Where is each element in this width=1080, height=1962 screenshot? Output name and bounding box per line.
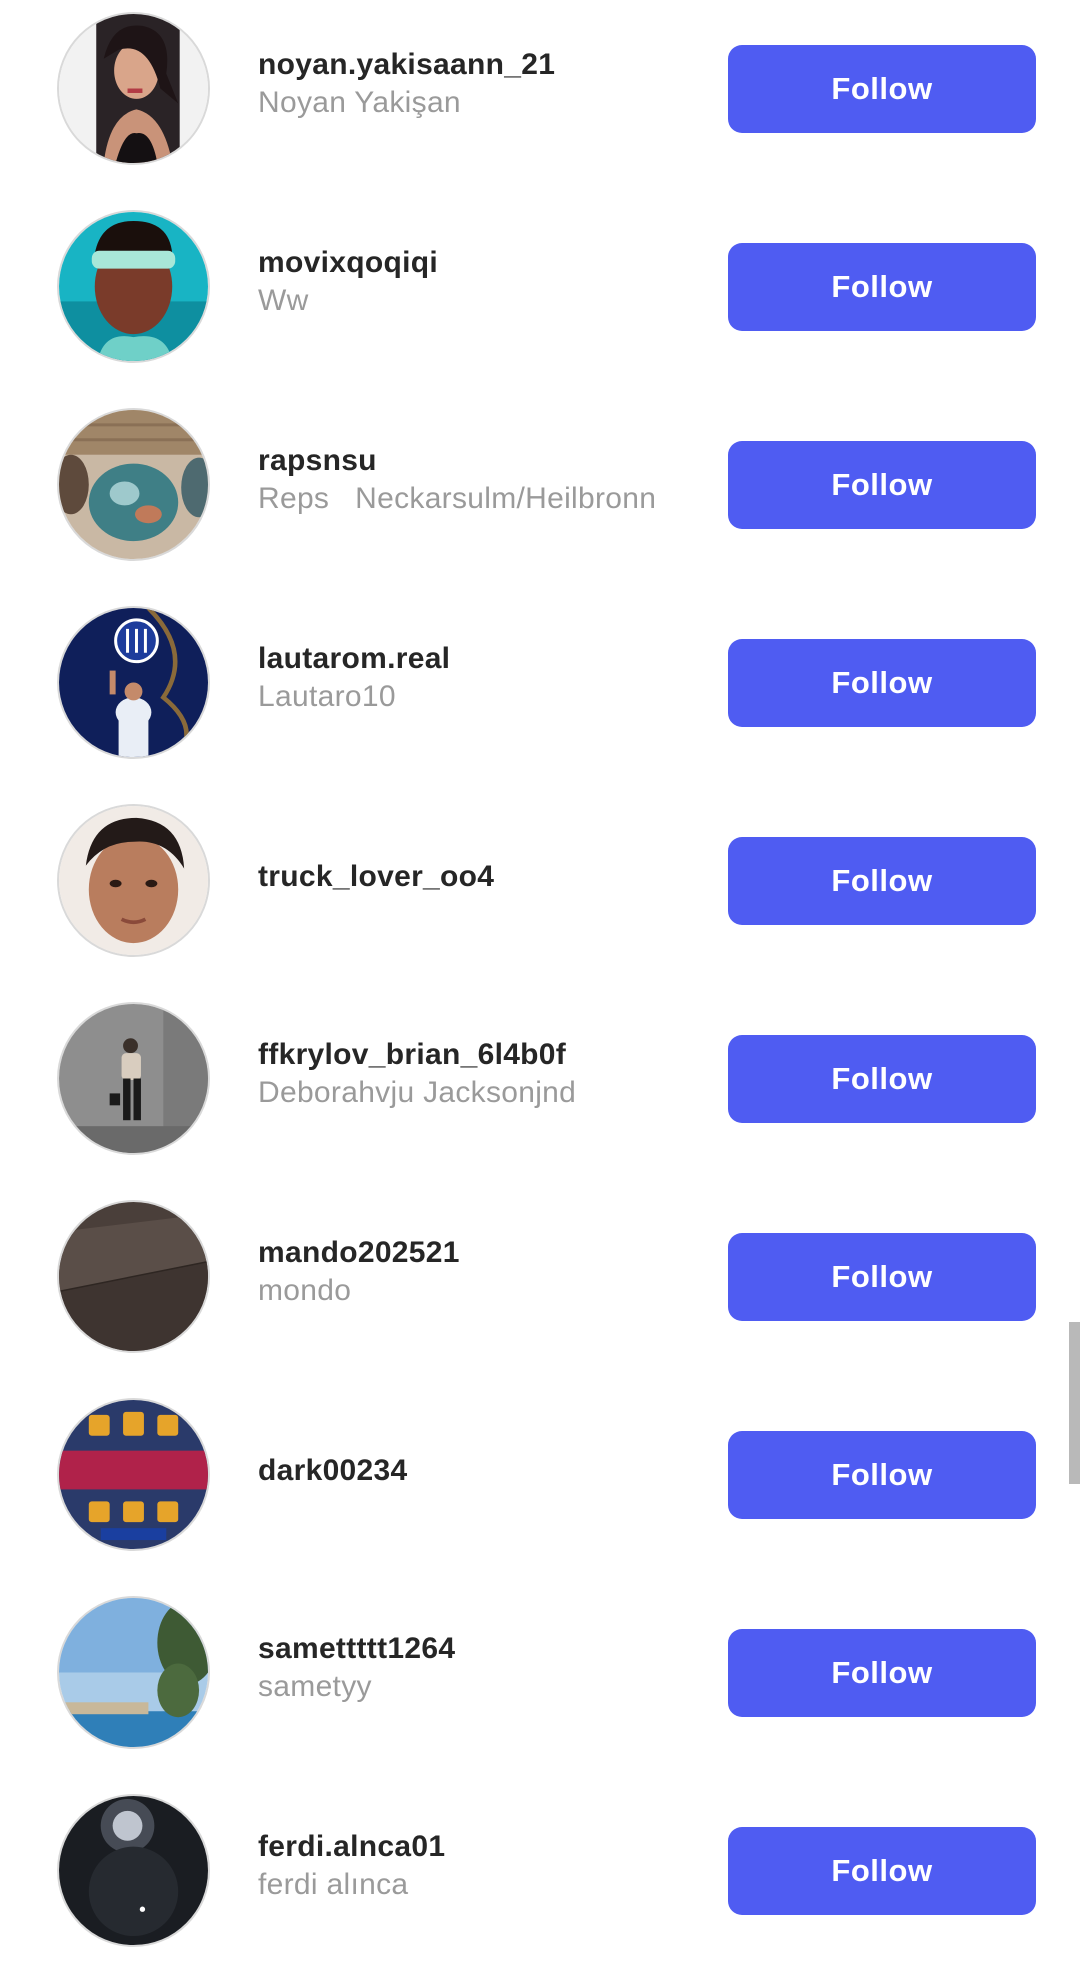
follow-button[interactable]: Follow bbox=[728, 1629, 1036, 1717]
list-item: ferdi.alnca01 ferdi alınca Follow bbox=[0, 1794, 1080, 1954]
avatar[interactable] bbox=[57, 1398, 210, 1551]
avatar[interactable] bbox=[57, 1200, 210, 1353]
full-name: Ww bbox=[258, 284, 309, 317]
list-item: samettttt1264 sametyy Follow bbox=[0, 1596, 1080, 1756]
follow-button[interactable]: Follow bbox=[728, 441, 1036, 529]
caps-photo-icon bbox=[59, 410, 208, 559]
full-name: Deborahvju Jacksonjnd bbox=[258, 1076, 577, 1109]
full-name: Reps Neckarsulm/Heilbronn bbox=[258, 482, 657, 515]
avatar[interactable] bbox=[57, 606, 210, 759]
username[interactable]: movixqoqiqi bbox=[258, 244, 698, 282]
username[interactable]: ffkrylov_brian_6l4b0f bbox=[258, 1036, 698, 1074]
follow-button[interactable]: Follow bbox=[728, 1035, 1036, 1123]
username[interactable]: mando202521 bbox=[258, 1234, 698, 1272]
dark-lights-icon bbox=[59, 1796, 208, 1945]
dark-wall-icon bbox=[59, 1202, 208, 1351]
follow-button[interactable]: Follow bbox=[728, 1233, 1036, 1321]
list-item: mando202521 mondo Follow bbox=[0, 1200, 1080, 1360]
username[interactable]: rapsnsu bbox=[258, 442, 698, 480]
avatar[interactable] bbox=[57, 1794, 210, 1947]
list-item: noyan.yakisaann_21 Noyan Yakişan Follow bbox=[0, 12, 1080, 172]
woman-portrait-icon bbox=[59, 14, 208, 163]
boy-portrait-icon bbox=[59, 806, 208, 955]
list-item: movixqoqiqi Ww Follow bbox=[0, 210, 1080, 370]
follow-button[interactable]: Follow bbox=[728, 837, 1036, 925]
avatar[interactable] bbox=[57, 210, 210, 363]
list-item: dark00234 Follow bbox=[0, 1398, 1080, 1558]
avatar[interactable] bbox=[57, 12, 210, 165]
full-name: Noyan Yakişan bbox=[258, 86, 461, 119]
full-name: mondo bbox=[258, 1274, 352, 1307]
username[interactable]: samettttt1264 bbox=[258, 1630, 698, 1668]
game-banner-icon bbox=[59, 1400, 208, 1549]
follow-button[interactable]: Follow bbox=[728, 243, 1036, 331]
list-item: ffkrylov_brian_6l4b0f Deborahvju Jackson… bbox=[0, 1002, 1080, 1162]
follow-button[interactable]: Follow bbox=[728, 1827, 1036, 1915]
username[interactable]: ferdi.alnca01 bbox=[258, 1828, 698, 1866]
avatar[interactable] bbox=[57, 1002, 210, 1155]
username[interactable]: truck_lover_oo4 bbox=[258, 858, 698, 896]
full-name: ferdi alınca bbox=[258, 1868, 409, 1901]
avatar[interactable] bbox=[57, 1596, 210, 1749]
scrollbar[interactable] bbox=[1069, 1322, 1080, 1484]
username[interactable]: lautarom.real bbox=[258, 640, 698, 678]
woman-standing-icon bbox=[59, 1004, 208, 1153]
full-name: sametyy bbox=[258, 1670, 372, 1703]
football-player-icon bbox=[59, 608, 208, 757]
full-name: Lautaro10 bbox=[258, 680, 396, 713]
suggested-users-list: noyan.yakisaann_21 Noyan Yakişan Follow … bbox=[0, 0, 1080, 1962]
avatar[interactable] bbox=[57, 408, 210, 561]
list-item: rapsnsu Reps Neckarsulm/Heilbronn Follow bbox=[0, 408, 1080, 568]
man-headband-icon bbox=[59, 212, 208, 361]
avatar[interactable] bbox=[57, 804, 210, 957]
sea-tree-icon bbox=[59, 1598, 208, 1747]
follow-button[interactable]: Follow bbox=[728, 1431, 1036, 1519]
list-item: truck_lover_oo4 Follow bbox=[0, 804, 1080, 964]
follow-button[interactable]: Follow bbox=[728, 45, 1036, 133]
follow-button[interactable]: Follow bbox=[728, 639, 1036, 727]
username[interactable]: noyan.yakisaann_21 bbox=[258, 46, 698, 84]
username[interactable]: dark00234 bbox=[258, 1452, 698, 1490]
list-item: lautarom.real Lautaro10 Follow bbox=[0, 606, 1080, 766]
